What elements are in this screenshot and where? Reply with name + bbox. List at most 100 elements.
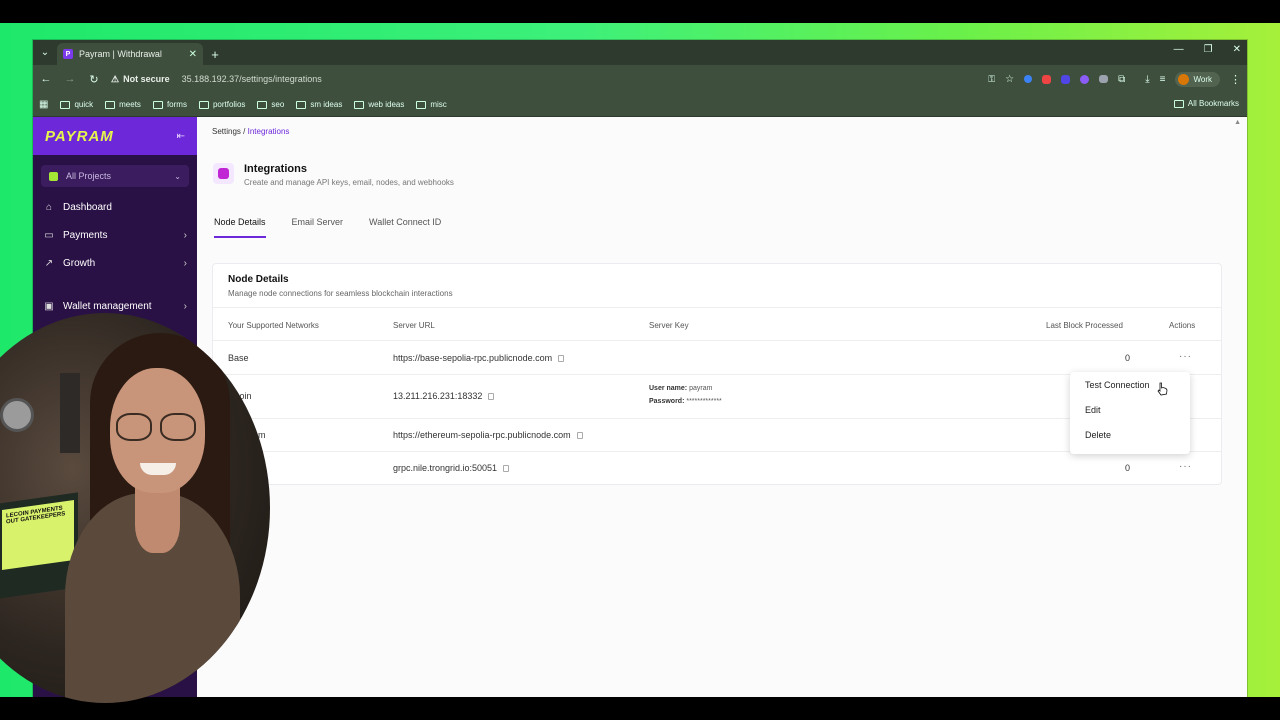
profile-avatar <box>1178 73 1190 85</box>
bookmark-folder[interactable]: web ideas <box>354 100 404 109</box>
column-header: Server URL <box>393 321 435 330</box>
server-url: 13.211.216.231:18332 <box>393 391 495 401</box>
extension-shield-icon[interactable] <box>1061 74 1071 84</box>
page-subtitle: Create and manage API keys, email, nodes… <box>244 178 454 187</box>
server-url-text: https://ethereum-sepolia-rpc.publicnode.… <box>393 430 571 440</box>
last-block: 0 <box>1125 353 1131 363</box>
breadcrumb: Settings / Integrations <box>212 127 289 136</box>
profile-name: Work <box>1193 74 1212 84</box>
sidebar-item-growth[interactable]: ↗ Growth › <box>33 249 197 277</box>
bookmark-folder[interactable]: portfolios <box>198 100 246 109</box>
presenter-neck <box>135 483 180 553</box>
table-header: Your Supported Networks Server URL Serve… <box>213 307 1221 341</box>
sidebar-item-label: Payments <box>63 229 108 241</box>
scroll-up-icon[interactable]: ▲ <box>1234 119 1241 126</box>
new-tab-icon[interactable]: + <box>203 43 227 65</box>
reload-icon[interactable]: ↻ <box>87 73 101 86</box>
sidebar-item-dashboard[interactable]: ⌂ Dashboard <box>33 193 197 221</box>
profile-chip[interactable]: Work <box>1175 71 1220 87</box>
server-url-text: https://base-sepolia-rpc.publicnode.com <box>393 353 553 363</box>
network-name: Base <box>228 353 249 363</box>
toolbar-icons: ⚿ ☆ ⧉ ⤓ ≡ Work ⋮ <box>988 71 1241 87</box>
server-key-password: Password: ************* <box>649 398 722 405</box>
tab-close-icon[interactable]: ✕ <box>189 49 197 60</box>
chevron-right-icon: › <box>183 229 187 241</box>
copy-icon[interactable] <box>576 432 583 440</box>
server-key-user: User name: payram <box>649 385 712 392</box>
media-icon[interactable]: ≡ <box>1160 74 1166 85</box>
card-icon: ▭ <box>44 229 54 241</box>
row-actions-icon[interactable]: ··· <box>1179 461 1192 472</box>
bookmark-star-icon[interactable]: ☆ <box>1005 74 1014 85</box>
tab-wallet-connect-id[interactable]: Wallet Connect ID <box>369 217 441 238</box>
home-icon: ⌂ <box>45 201 53 213</box>
bookmark-label: misc <box>430 100 447 109</box>
browser-tab[interactable]: P Payram | Withdrawal ✕ <box>57 43 203 65</box>
bookmark-folder[interactable]: sm ideas <box>296 100 342 109</box>
warning-icon: ⚠ <box>111 73 120 84</box>
bookmark-folder[interactable]: meets <box>105 100 141 109</box>
browser-menu-icon[interactable]: ⋮ <box>1230 73 1241 86</box>
laptop-screen-text: LECOIN PAYMENTS OUT GATEKEEPERS <box>2 499 74 571</box>
forward-icon[interactable]: → <box>63 73 77 85</box>
apps-grid-icon[interactable]: ▦ <box>39 99 48 110</box>
omnibox[interactable]: ⚠ Not secure 35.188.192.37/settings/inte… <box>111 69 978 89</box>
back-icon[interactable]: ← <box>39 73 53 85</box>
minimize-icon[interactable]: — <box>1174 44 1184 55</box>
tab-email-server[interactable]: Email Server <box>292 217 344 238</box>
last-block: 0 <box>1125 463 1131 473</box>
extension-blue-icon[interactable] <box>1024 75 1033 83</box>
copy-icon[interactable] <box>503 465 510 473</box>
menu-item-test-connection[interactable]: Test Connection <box>1070 372 1190 397</box>
payram-logo[interactable]: PAYRAM <box>45 128 114 145</box>
glasses-icon <box>116 413 152 441</box>
folder-icon <box>105 100 116 109</box>
payram-favicon-icon: P <box>63 49 73 59</box>
server-url-text: 13.211.216.231:18332 <box>393 391 483 401</box>
server-url-text: grpc.nile.trongrid.io:50051 <box>393 463 498 473</box>
download-icon[interactable]: ⤓ <box>1145 74 1149 85</box>
extension-red-icon[interactable] <box>1042 74 1052 84</box>
restore-icon[interactable]: ❐ <box>1204 44 1213 55</box>
breadcrumb-settings[interactable]: Settings <box>212 127 241 136</box>
bookmark-label: quick <box>74 100 94 109</box>
copy-icon[interactable] <box>558 355 565 363</box>
tab-node-details[interactable]: Node Details <box>214 217 266 238</box>
breadcrumb-separator: / <box>243 127 246 136</box>
integrations-icon <box>213 163 234 184</box>
bookmark-folder[interactable]: misc <box>416 100 447 109</box>
bookmark-folder[interactable]: forms <box>152 100 187 109</box>
project-icon <box>49 171 58 181</box>
bookmark-label: portfolios <box>212 100 246 109</box>
close-window-icon[interactable]: ✕ <box>1233 44 1241 55</box>
password-key-icon[interactable]: ⚿ <box>988 74 995 85</box>
project-selector[interactable]: All Projects ⌄ <box>41 165 189 187</box>
menu-item-edit[interactable]: Edit <box>1070 397 1190 422</box>
bookmark-label: sm ideas <box>310 100 343 109</box>
table-row: grpc.nile.trongrid.io:50051 0 ··· <box>213 452 1221 485</box>
server-url: https://ethereum-sepolia-rpc.publicnode.… <box>393 430 583 440</box>
menu-item-delete[interactable]: Delete <box>1070 422 1190 447</box>
copy-icon[interactable] <box>488 393 495 401</box>
tab-search-icon[interactable]: ⌄ <box>33 40 57 65</box>
extension-purple-icon[interactable] <box>1080 74 1090 84</box>
extension-camera-icon[interactable] <box>1099 75 1109 83</box>
all-bookmarks[interactable]: All Bookmarks <box>1173 99 1239 108</box>
address-bar: ← → ↻ ⚠ Not secure 35.188.192.37/setting… <box>33 65 1247 93</box>
collapse-sidebar-icon[interactable]: ⇤ <box>177 131 185 142</box>
bookmark-folder[interactable]: seo <box>257 100 284 109</box>
video-frame: ⌄ P Payram | Withdrawal ✕ + — ❐ ✕ ← → ↻ … <box>0 0 1280 720</box>
row-actions-icon[interactable]: ··· <box>1179 351 1192 362</box>
table-row: Base https://base-sepolia-rpc.publicnode… <box>213 342 1221 375</box>
card-title: Node Details <box>228 274 289 285</box>
security-chip[interactable]: ⚠ Not secure <box>111 74 176 85</box>
extensions-puzzle-icon[interactable]: ⧉ <box>1118 74 1125 85</box>
server-url: https://base-sepolia-rpc.publicnode.com <box>393 353 565 363</box>
glasses-icon <box>160 413 196 441</box>
chevron-down-icon: ⌄ <box>174 171 181 181</box>
bookmark-folder[interactable]: quick <box>60 100 93 109</box>
sidebar-item-payments[interactable]: ▭ Payments › <box>33 221 197 249</box>
trend-icon: ↗ <box>44 257 54 269</box>
folder-icon <box>416 100 427 109</box>
page-header: Integrations Create and manage API keys,… <box>213 163 454 187</box>
